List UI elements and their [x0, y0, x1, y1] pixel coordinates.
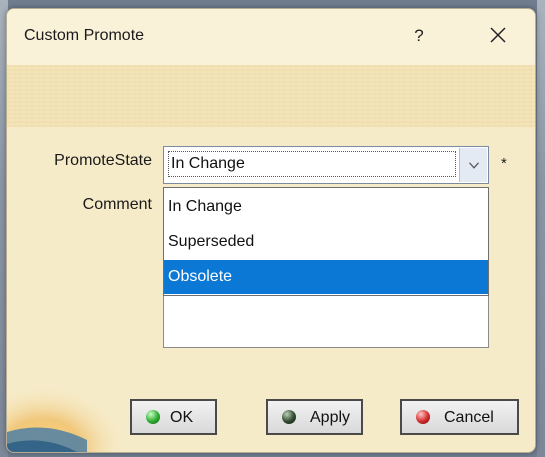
promote-state-select[interactable]: In Change	[163, 146, 489, 184]
ok-button[interactable]: OK	[130, 399, 217, 435]
promote-state-dropdown-list: In Change Superseded Obsolete	[163, 187, 489, 296]
green-light-icon	[146, 410, 160, 424]
apply-button-label: Apply	[310, 409, 351, 426]
dropdown-toggle-button[interactable]	[459, 148, 487, 182]
chevron-down-icon	[469, 162, 479, 169]
background-right	[537, 0, 545, 457]
ok-button-label: OK	[170, 409, 194, 426]
dark-green-light-icon	[282, 410, 296, 424]
option-superseded[interactable]: Superseded	[164, 225, 488, 259]
custom-promote-dialog: Custom Promote ? PromoteState Comment In…	[6, 8, 536, 453]
cancel-button[interactable]: Cancel	[400, 399, 519, 435]
option-in-change[interactable]: In Change	[164, 190, 488, 224]
help-button[interactable]: ?	[405, 23, 433, 49]
cancel-button-label: Cancel	[444, 409, 494, 426]
comment-label: Comment	[82, 196, 152, 213]
promote-state-value: In Change	[168, 151, 456, 177]
close-button[interactable]	[483, 23, 513, 49]
close-icon	[490, 27, 506, 43]
title-bar: Custom Promote ?	[7, 9, 535, 65]
dialog-title: Custom Promote	[24, 27, 145, 44]
globe-decoration-icon	[7, 362, 127, 452]
apply-button[interactable]: Apply	[266, 399, 363, 435]
option-obsolete[interactable]: Obsolete	[164, 260, 488, 294]
header-texture	[7, 65, 535, 127]
red-light-icon	[416, 410, 430, 424]
required-marker: *	[501, 155, 507, 172]
promote-state-label: PromoteState	[54, 152, 152, 169]
